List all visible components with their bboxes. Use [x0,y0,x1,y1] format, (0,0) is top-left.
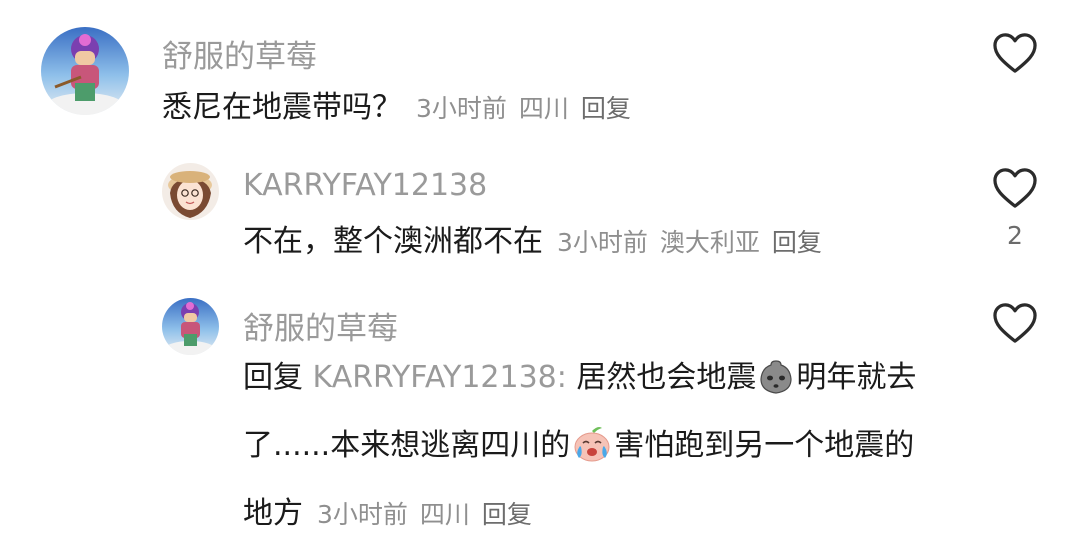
reply-button[interactable]: 回复 [482,500,532,529]
comment-text-block: 不在，整个澳洲都不在 3小时前 澳大利亚 回复 [243,212,943,273]
heart-outline-icon [993,303,1037,343]
reply-button[interactable]: 回复 [581,94,631,123]
heart-outline-icon [993,168,1037,208]
reply-button[interactable]: 回复 [772,228,822,257]
comment-meta: 3小时前 四川 回复 [416,94,631,123]
comment-text-block: 悉尼在地震带吗？ 3小时前 四川 回复 [162,78,942,139]
crying-peach-emoji [572,424,612,484]
reply-prefix: 回复 [243,360,303,395]
grey-stone-face-emoji [758,356,794,416]
avatar[interactable] [41,27,129,115]
reply-to-username[interactable]: KARRYFAY12138: [313,360,567,395]
comment-text-block: 回复 KARRYFAY12138: 居然也会地震 明年就去了......本来想逃… [243,348,943,545]
location: 澳大利亚 [659,228,760,257]
timestamp: 3小时前 [416,94,507,123]
avatar[interactable] [162,298,219,355]
username[interactable]: KARRYFAY12138 [243,168,487,203]
timestamp: 3小时前 [317,500,408,529]
avatar[interactable] [162,163,219,220]
location: 四川 [518,94,569,123]
username[interactable]: 舒服的草莓 [243,303,398,348]
like-button[interactable] [990,32,1040,86]
comment-text-part: 居然也会地震 [576,360,757,395]
like-button[interactable] [990,302,1040,356]
timestamp: 3小时前 [557,228,648,257]
comment-text: 悉尼在地震带吗？ [162,90,402,125]
like-button[interactable]: 2 [990,167,1040,250]
heart-outline-icon [993,33,1037,73]
location: 四川 [419,500,470,529]
like-count: 2 [1007,221,1023,250]
comment-meta: 3小时前 四川 回复 [317,500,532,529]
comment-meta: 3小时前 澳大利亚 回复 [557,228,822,257]
username[interactable]: 舒服的草莓 [162,31,317,76]
comment-text: 不在，整个澳洲都不在 [243,224,543,259]
